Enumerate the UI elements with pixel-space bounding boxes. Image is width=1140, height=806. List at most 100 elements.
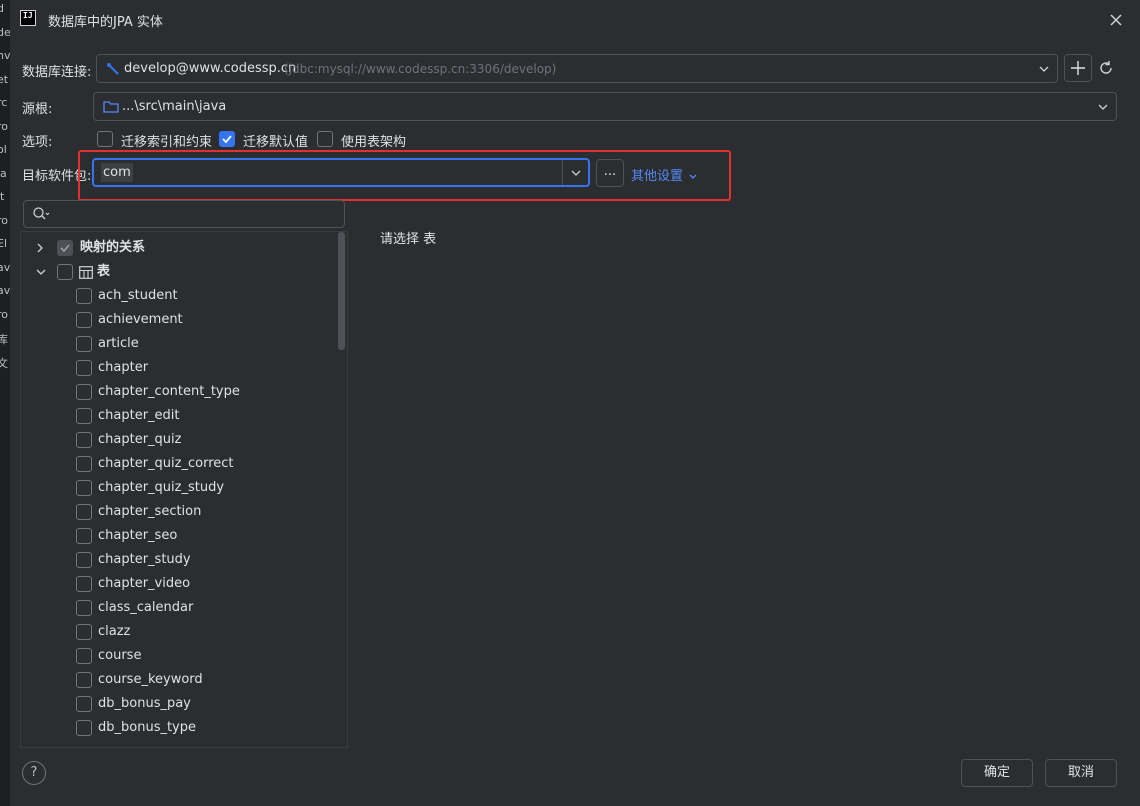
migrate-defaults-checkbox[interactable]: [219, 131, 235, 147]
tables-group-checkbox[interactable]: [57, 264, 73, 280]
table-checkbox[interactable]: [76, 528, 92, 544]
combo-divider: [562, 160, 563, 185]
table-checkbox[interactable]: [76, 624, 92, 640]
db-connection-select[interactable]: develop@www.codessp.cn (jdbc:mysql://www…: [96, 54, 1058, 83]
table-checkbox[interactable]: [76, 576, 92, 592]
background-text-fragment: it: [0, 190, 5, 203]
tree-scrollbar-thumb[interactable]: [338, 232, 345, 350]
background-text-fragment: et: [0, 72, 9, 86]
detail-placeholder-text: 请选择 表: [380, 232, 437, 247]
target-package-label: 目标软件包:: [22, 169, 92, 184]
table-checkbox[interactable]: [76, 600, 92, 616]
chevron-down-icon[interactable]: [569, 166, 583, 180]
table-row-label[interactable]: ach_student: [98, 285, 178, 307]
db-connection-icon: [106, 62, 120, 80]
table-checkbox[interactable]: [76, 432, 92, 448]
background-text-fragment: 库: [0, 333, 8, 346]
background-text-fragment: ro: [0, 119, 9, 133]
chevron-down-icon: [1096, 100, 1110, 114]
background-text-fragment: El: [0, 237, 8, 250]
add-connection-button[interactable]: [1064, 54, 1092, 82]
more-settings-link[interactable]: 其他设置: [631, 165, 699, 184]
background-text-fragment: rc: [0, 96, 8, 109]
table-checkbox[interactable]: [76, 552, 92, 568]
table-row-label[interactable]: chapter_quiz: [98, 429, 181, 451]
table-row-label[interactable]: course_keyword: [98, 669, 203, 691]
checkmark-icon: [222, 135, 232, 144]
table-row-label[interactable]: chapter_quiz_correct: [98, 453, 234, 475]
table-checkbox[interactable]: [76, 480, 92, 496]
background-text-fragment: la: [0, 166, 7, 180]
table-checkbox[interactable]: [76, 720, 92, 736]
help-button[interactable]: ?: [22, 761, 46, 785]
table-search-field[interactable]: [23, 200, 345, 228]
db-connection-url: (jdbc:mysql://www.codessp.cn:3306/develo…: [284, 62, 557, 76]
table-checkbox[interactable]: [76, 384, 92, 400]
browse-package-button[interactable]: ...: [596, 159, 624, 187]
ok-button[interactable]: 确定: [961, 759, 1033, 787]
table-row-label[interactable]: db_bonus_type: [98, 717, 196, 739]
table-row-label[interactable]: chapter_study: [98, 549, 191, 571]
background-text-fragment: av: [0, 260, 10, 274]
plus-icon: [1071, 61, 1085, 75]
mapped-relations-label: 映射的关系: [80, 240, 146, 255]
tables-group-label: 表: [97, 264, 111, 279]
options-label: 选项:: [22, 135, 53, 150]
table-checkbox[interactable]: [76, 288, 92, 304]
table-row-label[interactable]: chapter: [98, 357, 148, 379]
table-row-label[interactable]: chapter_content_type: [98, 381, 240, 403]
search-input[interactable]: [56, 204, 336, 224]
background-text-fragment: nv: [0, 49, 10, 62]
use-table-schema-checkbox[interactable]: [317, 131, 333, 147]
target-package-value: com: [101, 163, 133, 182]
source-root-select[interactable]: ...\src\main\java: [93, 92, 1117, 121]
table-row-label[interactable]: class_calendar: [98, 597, 193, 619]
collapse-arrow-icon[interactable]: [35, 261, 55, 283]
use-table-schema-label: 使用表架构: [341, 135, 407, 150]
db-connection-name: develop@www.codessp.cn: [124, 61, 297, 76]
dialog-title: 数据库中的JPA 实体: [48, 15, 163, 30]
table-row-label[interactable]: course: [98, 645, 141, 667]
table-row-label[interactable]: chapter_section: [98, 501, 201, 523]
migrate-defaults-label: 迁移默认值: [243, 135, 309, 150]
table-checkbox[interactable]: [76, 360, 92, 376]
cancel-button[interactable]: 取消: [1045, 759, 1117, 787]
table-row-label[interactable]: article: [98, 333, 139, 355]
background-text-fragment: ol: [0, 143, 7, 156]
chevron-down-icon: [689, 174, 697, 179]
mapped-relations-checkbox[interactable]: [57, 240, 73, 256]
refresh-icon[interactable]: [1097, 59, 1115, 77]
target-package-input[interactable]: com: [92, 158, 590, 187]
chevron-down-icon: [1037, 62, 1051, 76]
background-text-fragment: de: [0, 25, 10, 39]
table-tree: 映射的关系 表 ach_student achievement article cha…: [20, 231, 348, 748]
table-row-label[interactable]: achievement: [98, 309, 183, 331]
background-ide-strip: d de nv et rc ro ol la it ro El av av ro 库文: [0, 0, 10, 806]
table-row-label[interactable]: chapter_quiz_study: [98, 477, 224, 499]
source-root-value: ...\src\main\java: [122, 99, 227, 114]
checkmark-icon: [60, 244, 70, 253]
table-checkbox[interactable]: [76, 408, 92, 424]
table-checkbox[interactable]: [76, 696, 92, 712]
background-text-fragment: 文: [0, 356, 8, 370]
background-text-fragment: ro: [0, 213, 9, 227]
table-row-label[interactable]: clazz: [98, 621, 130, 643]
close-icon[interactable]: [1107, 11, 1125, 29]
table-checkbox[interactable]: [76, 336, 92, 352]
table-row-label[interactable]: chapter_edit: [98, 405, 180, 427]
table-checkbox[interactable]: [76, 504, 92, 520]
table-checkbox[interactable]: [76, 456, 92, 472]
table-row-label[interactable]: chapter_video: [98, 573, 190, 595]
db-connection-label: 数据库连接:: [22, 65, 92, 80]
search-icon: [32, 206, 50, 226]
migrate-indexes-checkbox[interactable]: [97, 131, 113, 147]
table-checkbox[interactable]: [76, 672, 92, 688]
table-row-label[interactable]: db_bonus_pay: [98, 693, 191, 715]
background-text-fragment: ro: [0, 307, 9, 321]
background-text-fragment: d: [0, 2, 4, 15]
table-row-label[interactable]: chapter_seo: [98, 525, 177, 547]
table-checkbox[interactable]: [76, 648, 92, 664]
source-root-label: 源根:: [22, 102, 53, 117]
table-checkbox[interactable]: [76, 312, 92, 328]
expand-arrow-icon[interactable]: [35, 237, 55, 259]
